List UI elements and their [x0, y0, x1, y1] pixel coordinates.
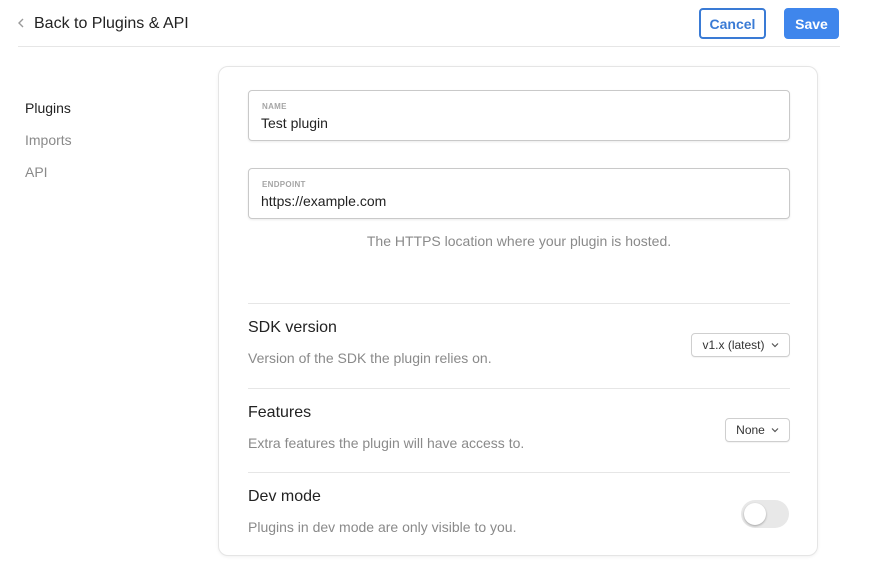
features-value: None	[736, 423, 765, 437]
features-title: Features	[248, 404, 312, 421]
back-link-label: Back to Plugins & API	[34, 15, 189, 32]
name-field[interactable]: NAME	[248, 90, 790, 141]
side-nav: Plugins Imports API	[25, 92, 72, 188]
sdk-version-description: Version of the SDK the plugin relies on.	[248, 350, 492, 366]
sidebar-item-plugins[interactable]: Plugins	[25, 92, 72, 124]
endpoint-hint: The HTTPS location where your plugin is …	[366, 233, 672, 249]
sidebar-item-api[interactable]: API	[25, 156, 72, 188]
top-bar: Back to Plugins & API Cancel Save	[18, 0, 840, 47]
chevron-down-icon	[771, 341, 779, 349]
sidebar-item-imports[interactable]: Imports	[25, 124, 72, 156]
features-description: Extra features the plugin will have acce…	[248, 435, 525, 451]
save-button[interactable]: Save	[784, 8, 839, 39]
dev-mode-description: Plugins in dev mode are only visible to …	[248, 519, 517, 535]
back-link[interactable]: Back to Plugins & API	[18, 13, 189, 35]
dev-mode-title: Dev mode	[248, 488, 321, 505]
divider	[248, 388, 790, 389]
dev-mode-toggle[interactable]	[741, 500, 789, 528]
divider	[248, 303, 790, 304]
name-input[interactable]	[261, 115, 771, 131]
endpoint-field-label: ENDPOINT	[262, 180, 306, 189]
chevron-down-icon	[771, 426, 779, 434]
features-select[interactable]: None	[725, 418, 790, 442]
chevron-left-icon	[18, 18, 24, 30]
sdk-version-value: v1.x (latest)	[702, 338, 765, 352]
plugin-settings-card: NAME ENDPOINT The HTTPS location where y…	[218, 66, 818, 556]
endpoint-input[interactable]	[261, 193, 771, 209]
sdk-version-title: SDK version	[248, 319, 337, 336]
sdk-version-select[interactable]: v1.x (latest)	[691, 333, 790, 357]
cancel-button[interactable]: Cancel	[699, 8, 766, 39]
endpoint-field[interactable]: ENDPOINT	[248, 168, 790, 219]
divider	[248, 472, 790, 473]
name-field-label: NAME	[262, 102, 287, 111]
toggle-knob	[744, 503, 766, 525]
